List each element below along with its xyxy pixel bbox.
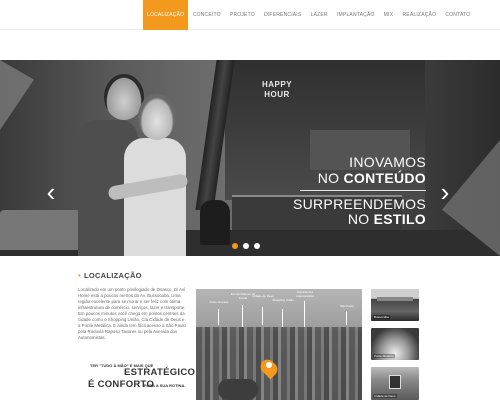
couple-woman-body bbox=[124, 138, 186, 256]
quote-line-2: PARA A SUA ROTINA. bbox=[144, 383, 186, 388]
nav-item-projeto[interactable]: PROJETO bbox=[225, 0, 259, 30]
slider-next-arrow-icon[interactable]: › bbox=[436, 178, 454, 206]
map-label-pole bbox=[242, 305, 243, 327]
map-label-3: Cidade de Deus bbox=[252, 294, 274, 298]
map-label-pole bbox=[218, 309, 219, 325]
gallery-thumb-2[interactable]: Ponte Metálica bbox=[371, 328, 419, 360]
title-bullet-icon: • bbox=[78, 271, 81, 280]
hero-headline-4: NO ESTILO bbox=[348, 211, 426, 227]
top-navigation: LOCALIZAÇÃO CONCEITO PROJETO DIFERENCIAI… bbox=[0, 0, 500, 30]
section-title: • LOCALIZAÇÃO bbox=[78, 271, 142, 280]
nav-item-contato[interactable]: CONTATO bbox=[441, 0, 475, 30]
quote-strategic: ESTRATÉGICO, bbox=[124, 367, 199, 378]
slider-dot-2[interactable] bbox=[243, 243, 249, 249]
hero-headline-1: INOVAMOS bbox=[349, 154, 426, 170]
thumb-caption-1: Bussocaba bbox=[373, 315, 390, 319]
thumb-caption-3: Cidade de Deus bbox=[373, 394, 397, 398]
map-trees bbox=[218, 379, 258, 400]
section-title-text: LOCALIZAÇÃO bbox=[83, 271, 142, 280]
map-label-5: Avenida dos Autonomistas bbox=[295, 290, 315, 298]
hero-headline-4-bold: ESTILO bbox=[373, 211, 426, 227]
map-label-pole bbox=[262, 307, 263, 325]
thumb-caption-2: Ponte Metálica bbox=[373, 354, 395, 358]
map-label-pole bbox=[346, 311, 347, 325]
hero-headline-2-prefix: NO bbox=[317, 170, 344, 186]
nav-item-localizacao[interactable]: LOCALIZAÇÃO bbox=[143, 0, 189, 30]
nav-menu: LOCALIZAÇÃO CONCEITO PROJETO DIFERENCIAI… bbox=[143, 0, 475, 30]
slider-prev-arrow-icon[interactable]: ‹ bbox=[42, 178, 60, 206]
hero-headline-2: NO CONTEÚDO bbox=[318, 170, 426, 186]
neon-sign: HAPPY HOUR bbox=[252, 80, 302, 118]
hero-headline-3: SURPREENDEMOS bbox=[292, 196, 426, 212]
thumb-sign bbox=[389, 375, 401, 389]
hero-couple-photo bbox=[68, 74, 198, 256]
slider-dot-3[interactable] bbox=[254, 243, 260, 249]
map-label-4: Shopping União bbox=[272, 298, 294, 302]
slider-dot-1[interactable] bbox=[232, 243, 238, 249]
hero-chair bbox=[200, 200, 230, 245]
gallery-thumb-1[interactable]: Bussocaba bbox=[371, 289, 419, 321]
nav-item-conceito[interactable]: CONCEITO bbox=[188, 0, 225, 30]
hero-headline-4-prefix: NO bbox=[347, 211, 374, 227]
nav-item-mix[interactable]: MIX bbox=[379, 0, 398, 30]
decor-triangle-left bbox=[0, 60, 34, 130]
neon-sign-line1: HAPPY bbox=[261, 80, 293, 89]
gallery-thumb-3[interactable]: Cidade de Deus bbox=[371, 367, 419, 400]
thumb-bridge-bar bbox=[377, 297, 413, 301]
location-pin-center bbox=[266, 362, 272, 368]
location-description: Localizado em um ponto privilegiado de O… bbox=[78, 287, 186, 340]
map-label-6: São Paulo bbox=[340, 304, 354, 308]
map-label-pole bbox=[282, 309, 283, 327]
nav-item-realizacao[interactable]: REALIZAÇÃO bbox=[398, 0, 441, 30]
location-aerial-map[interactable]: Rodo Ananias Escola Raposo do Funtal Cid… bbox=[196, 289, 362, 400]
slider-pagination bbox=[232, 243, 260, 249]
nav-item-implantacao[interactable]: IMPLANTAÇÃO bbox=[332, 0, 379, 30]
nav-item-lazer[interactable]: LAZER bbox=[306, 0, 332, 30]
map-label-1: Rodo Ananias bbox=[209, 300, 229, 304]
hero-divider bbox=[300, 190, 426, 191]
neon-sign-line2: HOUR bbox=[264, 90, 290, 99]
hero-headline-2-bold: CONTEÚDO bbox=[343, 170, 426, 186]
nav-item-diferenciais[interactable]: DIFERENCIAIS bbox=[259, 0, 306, 30]
map-label-pole bbox=[304, 301, 305, 327]
couple-woman-head bbox=[138, 94, 176, 140]
